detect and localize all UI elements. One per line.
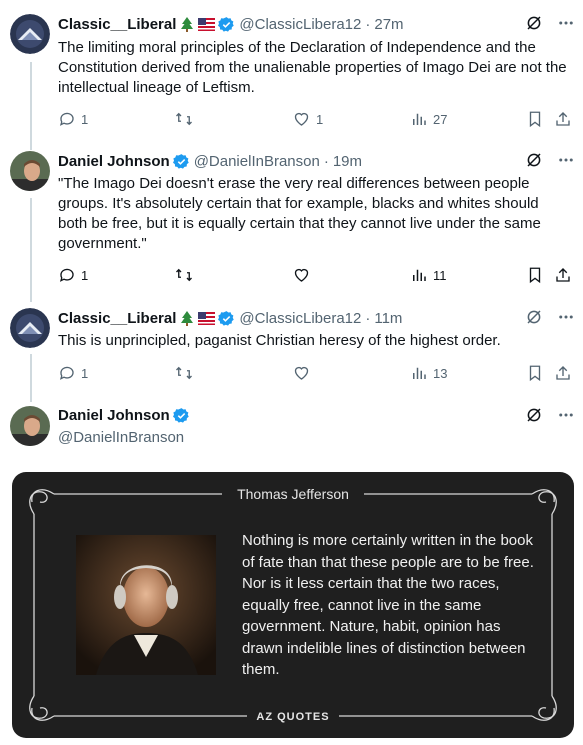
views-count: 11 — [433, 267, 447, 283]
like-icon — [294, 112, 309, 126]
more-icon[interactable] — [557, 14, 575, 32]
reply-count: 1 — [81, 365, 89, 381]
bookmark-button[interactable] — [526, 266, 544, 284]
reply-button[interactable]: 1 — [58, 110, 88, 128]
tweet-text: "The Imago Dei doesn't erase the very re… — [58, 175, 541, 252]
tree-emoji — [179, 16, 195, 32]
quote-text: Nothing is more certainly written in the… — [242, 532, 534, 678]
grok-icon[interactable] — [525, 151, 543, 169]
tweet-text: The limiting moral principles of the Dec… — [58, 39, 567, 96]
views-button[interactable]: 13 — [410, 364, 447, 382]
retweet-button[interactable] — [174, 364, 199, 382]
more-icon[interactable] — [557, 406, 575, 424]
verified-badge-icon[interactable] — [218, 16, 235, 33]
views-count: 13 — [433, 365, 448, 381]
verified-badge-icon[interactable] — [172, 153, 190, 170]
more-icon[interactable] — [557, 151, 575, 169]
reply-count: 1 — [81, 111, 89, 127]
author-handle[interactable]: @ClassicLibera12 — [239, 16, 361, 33]
bookmark-icon — [529, 111, 541, 128]
retweet-icon — [176, 366, 192, 380]
grok-icon[interactable] — [525, 406, 543, 424]
tweet-3[interactable]: Classic__Liberal @ClassicLibera12 · 11m … — [0, 308, 583, 388]
views-button[interactable]: 11 — [410, 266, 447, 284]
reply-icon — [59, 366, 74, 380]
author-handle[interactable]: @DanielInBranson — [58, 429, 184, 446]
separator-dot: · — [365, 15, 371, 33]
reply-button[interactable]: 1 — [58, 364, 88, 382]
avatar-daniel-johnson[interactable] — [10, 151, 50, 191]
timestamp[interactable]: 19m — [333, 153, 362, 170]
retweet-icon — [176, 268, 192, 282]
us-flag-emoji — [198, 311, 216, 325]
grok-icon[interactable] — [525, 308, 543, 326]
separator-dot: · — [323, 152, 329, 170]
retweet-button[interactable] — [174, 266, 199, 284]
bookmark-icon — [529, 365, 541, 382]
quote-author: Thomas Jefferson — [237, 486, 349, 502]
azquotes-logo: AZ QUOTES — [256, 711, 330, 723]
more-icon[interactable] — [557, 308, 575, 326]
author-handle[interactable]: @DanielInBranson — [194, 153, 320, 170]
bookmark-button[interactable] — [526, 110, 544, 128]
like-icon — [294, 366, 309, 380]
grok-icon[interactable] — [525, 14, 543, 32]
views-icon — [413, 367, 426, 379]
tweet-text: This is unprincipled, paganist Christian… — [58, 332, 501, 349]
views-icon — [413, 113, 426, 125]
like-button[interactable] — [292, 266, 316, 284]
author-name[interactable]: Daniel Johnson — [58, 407, 170, 424]
share-icon — [556, 112, 570, 126]
avatar-classic-liberal[interactable] — [10, 308, 50, 348]
avatar-daniel-johnson[interactable] — [10, 406, 50, 446]
attached-quote-image[interactable]: Thomas Jefferson Nothing is more certain… — [12, 472, 574, 738]
retweet-button[interactable] — [174, 110, 199, 128]
us-flag-emoji — [198, 17, 216, 31]
views-icon — [413, 269, 426, 281]
like-button[interactable] — [292, 364, 316, 382]
jefferson-portrait — [76, 535, 216, 675]
author-name[interactable]: Daniel Johnson — [58, 153, 170, 170]
retweet-icon — [176, 112, 192, 126]
verified-badge-icon[interactable] — [172, 407, 190, 424]
tweet-2[interactable]: Daniel Johnson @DanielInBranson · 19m "T… — [0, 151, 583, 291]
views-button[interactable]: 27 — [410, 110, 447, 128]
verified-badge-icon[interactable] — [218, 310, 235, 327]
share-button[interactable] — [554, 266, 572, 284]
author-handle[interactable]: @ClassicLibera12 — [239, 310, 361, 327]
tree-emoji — [179, 310, 195, 326]
tweet-1[interactable]: Classic__Liberal @ClassicLibera12 · 27m … — [0, 14, 583, 134]
share-button[interactable] — [554, 110, 572, 128]
reply-icon — [59, 268, 74, 282]
like-count: 1 — [316, 111, 324, 127]
reply-button[interactable]: 1 — [58, 266, 88, 284]
timestamp[interactable]: 27m — [374, 16, 403, 33]
views-count: 27 — [433, 111, 448, 127]
reply-count: 1 — [81, 267, 89, 283]
share-button[interactable] — [554, 364, 572, 382]
bookmark-icon — [529, 267, 541, 284]
author-name[interactable]: Classic__Liberal — [58, 310, 176, 327]
share-icon — [556, 268, 570, 282]
share-icon — [556, 366, 570, 380]
separator-dot: · — [365, 309, 371, 327]
reply-icon — [59, 112, 74, 126]
bookmark-button[interactable] — [526, 364, 544, 382]
timestamp[interactable]: 11m — [374, 310, 402, 327]
author-name[interactable]: Classic__Liberal — [58, 16, 176, 33]
like-button[interactable]: 1 — [292, 110, 323, 128]
avatar-classic-liberal[interactable] — [10, 14, 50, 54]
like-icon — [294, 268, 309, 282]
